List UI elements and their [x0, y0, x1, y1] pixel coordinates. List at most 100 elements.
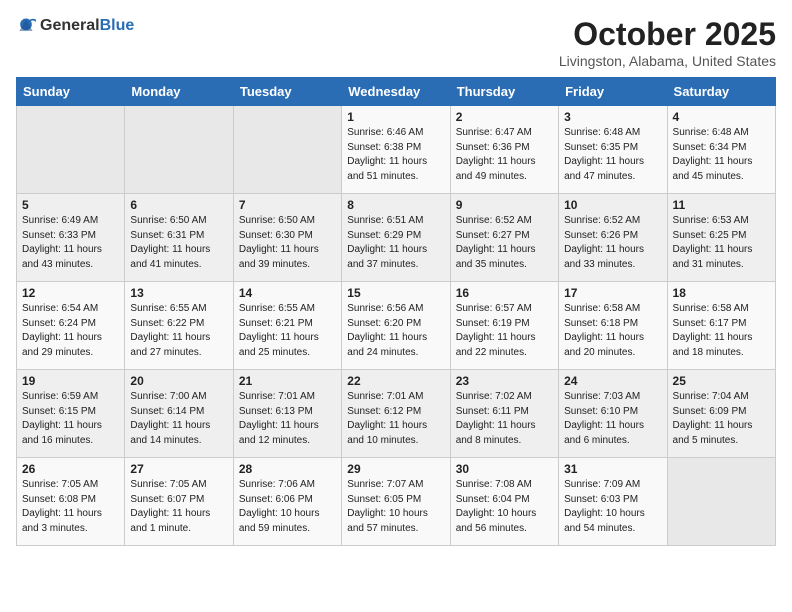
day-number: 7	[239, 198, 336, 212]
day-cell: 28 Sunrise: 7:06 AM Sunset: 6:06 PM Dayli…	[233, 458, 341, 546]
month-title: October 2025	[559, 16, 776, 53]
day-cell: 10 Sunrise: 6:52 AM Sunset: 6:26 PM Dayli…	[559, 194, 667, 282]
day-info: Sunrise: 7:06 AM Sunset: 6:06 PM Dayligh…	[239, 478, 336, 536]
day-cell: 17 Sunrise: 6:58 AM Sunset: 6:18 PM Dayli…	[559, 282, 667, 370]
day-info: Sunrise: 6:52 AM Sunset: 6:27 PM Dayligh…	[456, 214, 553, 272]
day-number: 27	[130, 462, 227, 476]
day-number: 17	[564, 286, 661, 300]
day-number: 18	[673, 286, 770, 300]
day-info: Sunrise: 7:01 AM Sunset: 6:13 PM Dayligh…	[239, 390, 336, 448]
day-cell: 5 Sunrise: 6:49 AM Sunset: 6:33 PM Daylig…	[17, 194, 125, 282]
day-info: Sunrise: 6:49 AM Sunset: 6:33 PM Dayligh…	[22, 214, 119, 272]
day-number: 1	[347, 110, 444, 124]
logo: GeneralBlue	[16, 16, 134, 36]
day-info: Sunrise: 6:46 AM Sunset: 6:38 PM Dayligh…	[347, 126, 444, 184]
day-info: Sunrise: 6:58 AM Sunset: 6:18 PM Dayligh…	[564, 302, 661, 360]
week-row-4: 19 Sunrise: 6:59 AM Sunset: 6:15 PM Dayli…	[17, 370, 776, 458]
day-cell: 9 Sunrise: 6:52 AM Sunset: 6:27 PM Daylig…	[450, 194, 558, 282]
day-info: Sunrise: 6:59 AM Sunset: 6:15 PM Dayligh…	[22, 390, 119, 448]
day-cell: 8Sunrise: 6:51 AM Sunset: 6:29 PM Daylig…	[342, 194, 450, 282]
day-info: Sunrise: 7:03 AM Sunset: 6:10 PM Dayligh…	[564, 390, 661, 448]
day-info: Sunrise: 6:53 AM Sunset: 6:25 PM Dayligh…	[673, 214, 770, 272]
day-number: 9	[456, 198, 553, 212]
day-cell: 21 Sunrise: 7:01 AM Sunset: 6:13 PM Dayli…	[233, 370, 341, 458]
day-number: 22	[347, 374, 444, 388]
day-cell	[667, 458, 775, 546]
location-label: Livingston, Alabama, United States	[559, 53, 776, 69]
day-cell: 3 Sunrise: 6:48 AM Sunset: 6:35 PM Daylig…	[559, 106, 667, 194]
col-header-saturday: Saturday	[667, 78, 775, 106]
col-header-thursday: Thursday	[450, 78, 558, 106]
col-header-wednesday: Wednesday	[342, 78, 450, 106]
day-cell: 27 Sunrise: 7:05 AM Sunset: 6:07 PM Dayli…	[125, 458, 233, 546]
day-info: Sunrise: 6:50 AM Sunset: 6:30 PM Dayligh…	[239, 214, 336, 272]
day-cell: 1 Sunrise: 6:46 AM Sunset: 6:38 PM Daylig…	[342, 106, 450, 194]
calendar-header-row: SundayMondayTuesdayWednesdayThursdayFrid…	[17, 78, 776, 106]
day-number: 13	[130, 286, 227, 300]
day-info: Sunrise: 7:04 AM Sunset: 6:09 PM Dayligh…	[673, 390, 770, 448]
col-header-sunday: Sunday	[17, 78, 125, 106]
day-cell: 15 Sunrise: 6:56 AM Sunset: 6:20 PM Dayli…	[342, 282, 450, 370]
day-info: Sunrise: 7:05 AM Sunset: 6:08 PM Dayligh…	[22, 478, 119, 536]
page-header: GeneralBlue October 2025 Livingston, Ala…	[16, 16, 776, 69]
day-info: Sunrise: 7:08 AM Sunset: 6:04 PM Dayligh…	[456, 478, 553, 536]
day-number: 15	[347, 286, 444, 300]
day-cell: 20 Sunrise: 7:00 AM Sunset: 6:14 PM Dayli…	[125, 370, 233, 458]
day-number: 5	[22, 198, 119, 212]
logo-blue: Blue	[100, 17, 135, 34]
day-number: 6	[130, 198, 227, 212]
day-number: 29	[347, 462, 444, 476]
day-cell: 29 Sunrise: 7:07 AM Sunset: 6:05 PM Dayli…	[342, 458, 450, 546]
day-cell: 31Sunrise: 7:09 AM Sunset: 6:03 PM Dayli…	[559, 458, 667, 546]
logo-text: GeneralBlue	[40, 17, 134, 35]
day-cell	[125, 106, 233, 194]
calendar-table: SundayMondayTuesdayWednesdayThursdayFrid…	[16, 77, 776, 546]
day-number: 19	[22, 374, 119, 388]
day-info: Sunrise: 6:55 AM Sunset: 6:22 PM Dayligh…	[130, 302, 227, 360]
day-info: Sunrise: 7:05 AM Sunset: 6:07 PM Dayligh…	[130, 478, 227, 536]
day-info: Sunrise: 6:56 AM Sunset: 6:20 PM Dayligh…	[347, 302, 444, 360]
day-info: Sunrise: 6:47 AM Sunset: 6:36 PM Dayligh…	[456, 126, 553, 184]
week-row-1: 1 Sunrise: 6:46 AM Sunset: 6:38 PM Daylig…	[17, 106, 776, 194]
day-cell: 18Sunrise: 6:58 AM Sunset: 6:17 PM Dayli…	[667, 282, 775, 370]
day-info: Sunrise: 6:57 AM Sunset: 6:19 PM Dayligh…	[456, 302, 553, 360]
day-number: 4	[673, 110, 770, 124]
day-number: 3	[564, 110, 661, 124]
day-info: Sunrise: 7:02 AM Sunset: 6:11 PM Dayligh…	[456, 390, 553, 448]
day-cell: 16 Sunrise: 6:57 AM Sunset: 6:19 PM Dayli…	[450, 282, 558, 370]
day-cell: 2 Sunrise: 6:47 AM Sunset: 6:36 PM Daylig…	[450, 106, 558, 194]
day-info: Sunrise: 7:07 AM Sunset: 6:05 PM Dayligh…	[347, 478, 444, 536]
day-info: Sunrise: 6:52 AM Sunset: 6:26 PM Dayligh…	[564, 214, 661, 272]
day-cell: 12Sunrise: 6:54 AM Sunset: 6:24 PM Dayli…	[17, 282, 125, 370]
day-info: Sunrise: 7:00 AM Sunset: 6:14 PM Dayligh…	[130, 390, 227, 448]
col-header-friday: Friday	[559, 78, 667, 106]
day-info: Sunrise: 7:01 AM Sunset: 6:12 PM Dayligh…	[347, 390, 444, 448]
day-cell: 19 Sunrise: 6:59 AM Sunset: 6:15 PM Dayli…	[17, 370, 125, 458]
day-number: 21	[239, 374, 336, 388]
day-number: 11	[673, 198, 770, 212]
day-info: Sunrise: 6:55 AM Sunset: 6:21 PM Dayligh…	[239, 302, 336, 360]
day-cell: 30Sunrise: 7:08 AM Sunset: 6:04 PM Dayli…	[450, 458, 558, 546]
week-row-5: 26Sunrise: 7:05 AM Sunset: 6:08 PM Dayli…	[17, 458, 776, 546]
day-number: 28	[239, 462, 336, 476]
day-info: Sunrise: 7:09 AM Sunset: 6:03 PM Dayligh…	[564, 478, 661, 536]
day-info: Sunrise: 6:50 AM Sunset: 6:31 PM Dayligh…	[130, 214, 227, 272]
day-number: 10	[564, 198, 661, 212]
day-number: 14	[239, 286, 336, 300]
day-cell: 14 Sunrise: 6:55 AM Sunset: 6:21 PM Dayli…	[233, 282, 341, 370]
day-number: 12	[22, 286, 119, 300]
day-cell: 4 Sunrise: 6:48 AM Sunset: 6:34 PM Daylig…	[667, 106, 775, 194]
day-cell: 23 Sunrise: 7:02 AM Sunset: 6:11 PM Dayli…	[450, 370, 558, 458]
day-info: Sunrise: 6:48 AM Sunset: 6:34 PM Dayligh…	[673, 126, 770, 184]
day-number: 23	[456, 374, 553, 388]
day-number: 8	[347, 198, 444, 212]
week-row-3: 12Sunrise: 6:54 AM Sunset: 6:24 PM Dayli…	[17, 282, 776, 370]
day-number: 2	[456, 110, 553, 124]
day-number: 16	[456, 286, 553, 300]
day-cell	[233, 106, 341, 194]
day-number: 20	[130, 374, 227, 388]
day-cell: 25Sunrise: 7:04 AM Sunset: 6:09 PM Dayli…	[667, 370, 775, 458]
day-cell: 7 Sunrise: 6:50 AM Sunset: 6:30 PM Daylig…	[233, 194, 341, 282]
day-info: Sunrise: 6:48 AM Sunset: 6:35 PM Dayligh…	[564, 126, 661, 184]
logo-general: General	[40, 17, 100, 34]
